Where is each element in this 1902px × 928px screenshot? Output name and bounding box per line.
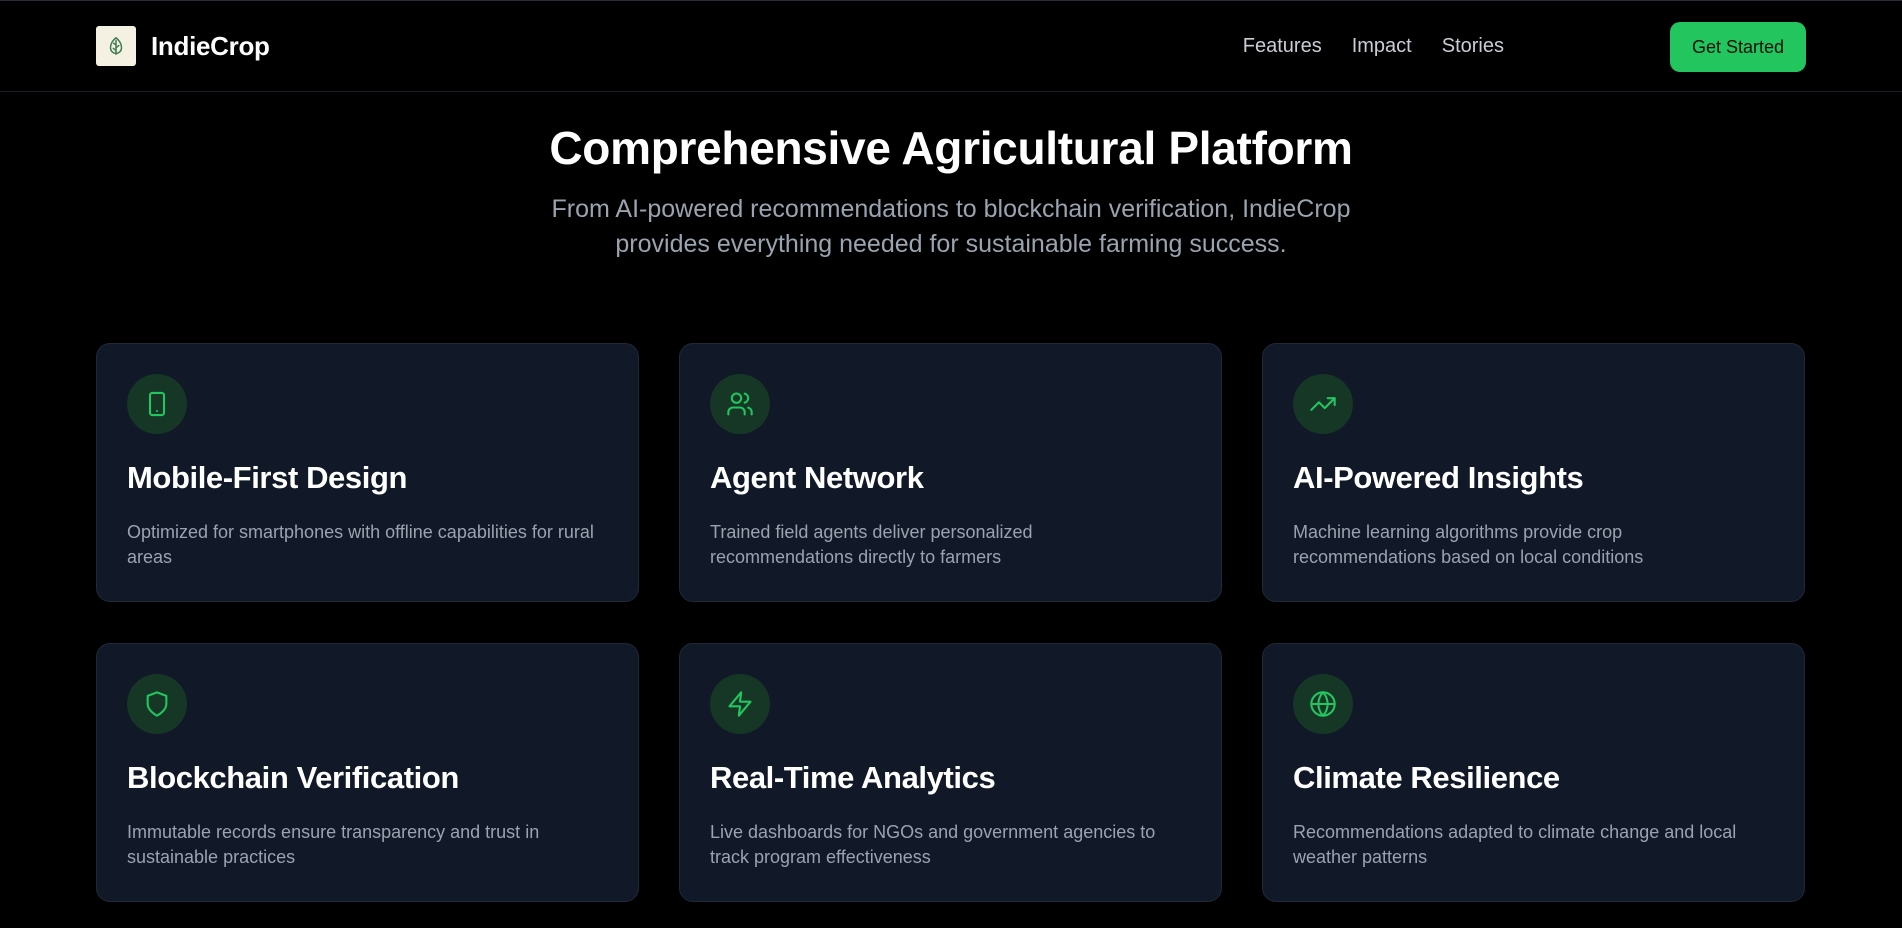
leaf-icon (96, 26, 136, 66)
feature-card-analytics: Real-Time Analytics Live dashboards for … (679, 643, 1222, 902)
feature-card-ai-insights: AI-Powered Insights Machine learning alg… (1262, 343, 1805, 602)
nav-links: Features Impact Stories (1243, 35, 1504, 58)
brand-logo[interactable]: IndieCrop (96, 26, 270, 66)
feature-card-blockchain: Blockchain Verification Immutable record… (96, 643, 639, 902)
feature-description: Machine learning algorithms provide crop… (1293, 522, 1644, 567)
feature-title: AI-Powered Insights (1293, 460, 1584, 495)
feature-title: Blockchain Verification (127, 760, 459, 795)
feature-description: Optimized for smartphones with offline c… (127, 522, 594, 567)
top-navbar: IndieCrop Features Impact Stories Get St… (0, 0, 1902, 92)
feature-card-mobile-first: Mobile-First Design Optimized for smartp… (96, 343, 639, 602)
feature-title: Climate Resilience (1293, 760, 1560, 795)
feature-description: Recommendations adapted to climate chang… (1293, 822, 1737, 867)
get-started-button[interactable]: Get Started (1670, 22, 1806, 72)
shield-icon (127, 674, 187, 734)
feature-card-climate: Climate Resilience Recommendations adapt… (1262, 643, 1805, 902)
feature-title: Agent Network (710, 460, 924, 495)
features-grid: Mobile-First Design Optimized for smartp… (96, 343, 1806, 902)
page-title: Comprehensive Agricultural Platform (549, 122, 1353, 174)
page-subtitle: From AI-powered recommendations to block… (551, 195, 1351, 258)
smartphone-icon (127, 374, 187, 434)
feature-title: Mobile-First Design (127, 460, 408, 495)
feature-description: Trained field agents deliver personalize… (710, 522, 1033, 567)
nav-link-stories[interactable]: Stories (1442, 35, 1504, 58)
feature-description: Live dashboards for NGOs and government … (710, 822, 1156, 867)
globe-icon (1293, 674, 1353, 734)
feature-card-agent-network: Agent Network Trained field agents deliv… (679, 343, 1222, 602)
trending-up-icon (1293, 374, 1353, 434)
users-icon (710, 374, 770, 434)
nav-link-impact[interactable]: Impact (1352, 35, 1412, 58)
hero-section: Comprehensive Agricultural Platform From… (0, 118, 1902, 262)
feature-description: Immutable records ensure transparency an… (127, 822, 540, 867)
zap-icon (710, 674, 770, 734)
brand-name: IndieCrop (151, 30, 270, 61)
nav-link-features[interactable]: Features (1243, 35, 1322, 58)
feature-title: Real-Time Analytics (710, 760, 996, 795)
